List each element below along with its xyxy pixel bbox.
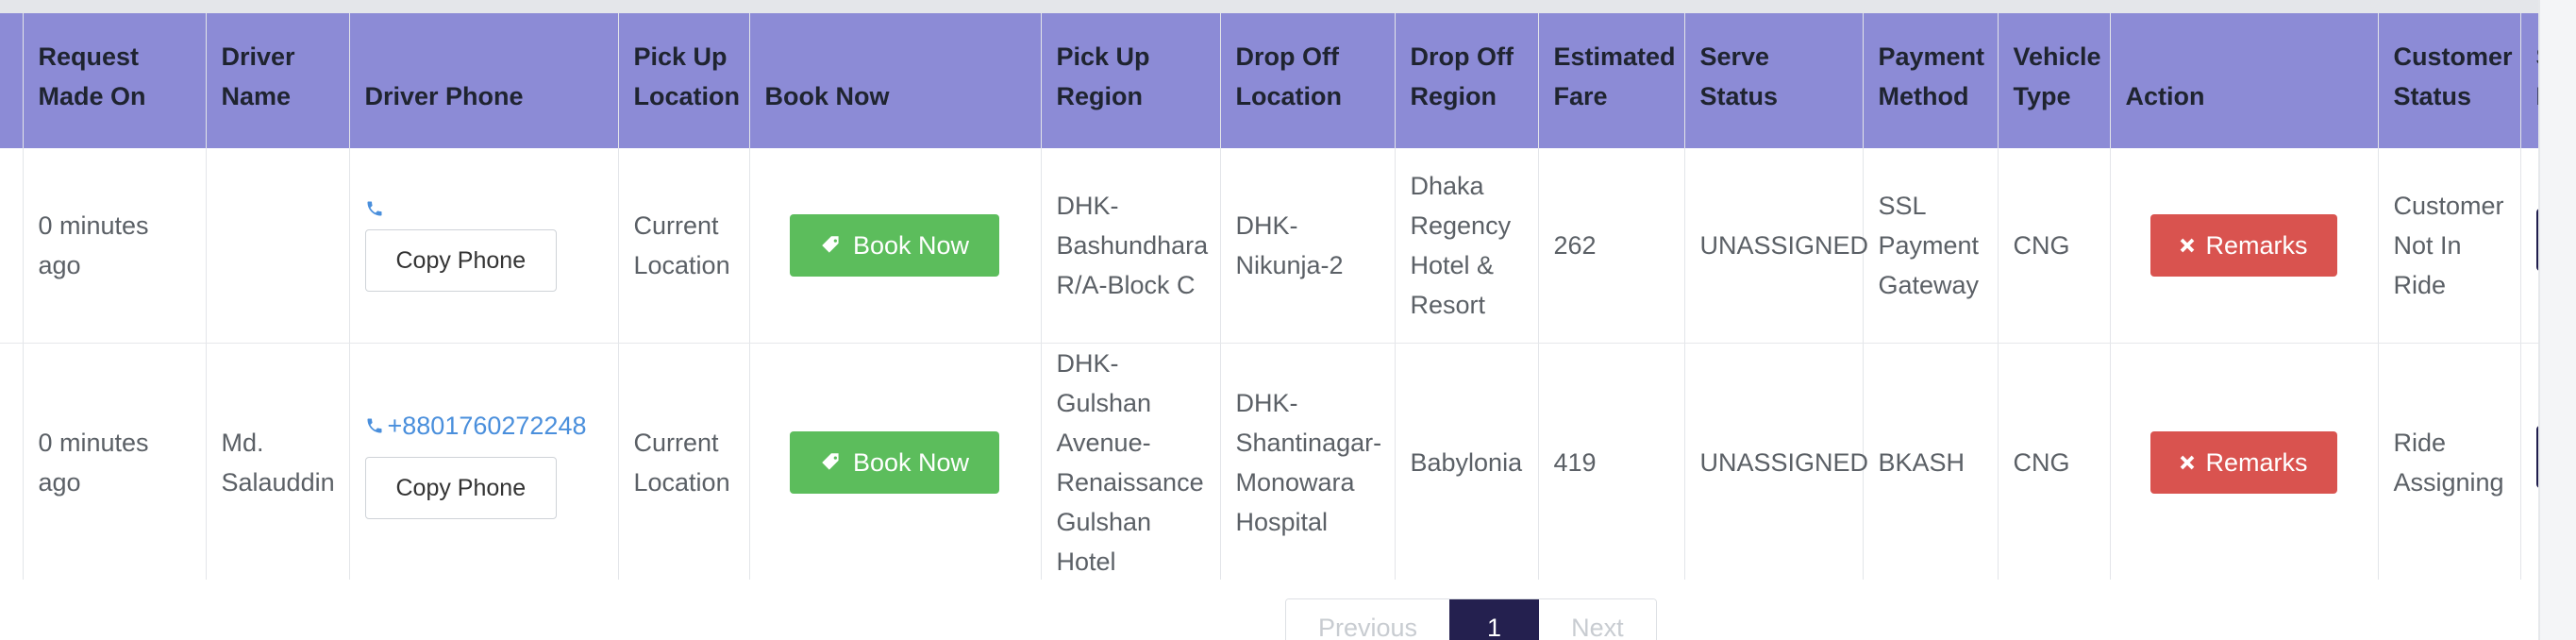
pick-up-location-cell: Current Location (618, 343, 750, 580)
col-header-estimated-fare: Estimated Fare (1538, 13, 1685, 148)
estimated-fare-cell: 419 (1538, 343, 1685, 580)
remarks-button[interactable]: Remarks (2149, 430, 2337, 494)
request-made-on-cell: 0 minutes ago (23, 343, 207, 580)
driver-phone-link[interactable]: +8801760272248 (365, 406, 603, 446)
pagination-previous-button[interactable]: Previous (1286, 599, 1450, 640)
drop-off-location-cell: DHK-Shantinagar-Monowara Hospital (1220, 343, 1396, 580)
book-now-label: Book Now (852, 447, 970, 477)
rides-table-container[interactable]: Request Made On Driver Name Driver Phone… (0, 13, 2538, 580)
customer-status-cell: Customer Not In Ride (2378, 148, 2521, 344)
payment-method-cell: SSL Payment Gateway (1863, 148, 1999, 344)
pagination-current-page[interactable]: 1 (1449, 599, 1540, 640)
col-header-driver-phone: Driver Phone (349, 13, 619, 148)
pick-up-region-cell: DHK-Gulshan Avenue-Renaissance Gulshan H… (1041, 343, 1221, 580)
ticket-icon (822, 452, 839, 470)
book-now-button[interactable]: Book Now (789, 213, 999, 277)
pick-up-location-cell: Current Location (618, 148, 750, 344)
drop-off-location-cell: DHK-Nikunja-2 (1220, 148, 1396, 344)
rides-table: Request Made On Driver Name Driver Phone… (0, 13, 2538, 580)
right-scroll-panel (2538, 0, 2576, 640)
times-icon (2181, 455, 2195, 469)
col-header-drop-off-region: Drop Off Region (1395, 13, 1539, 148)
driver-phone-cell: Copy Phone (349, 148, 619, 344)
driver-phone-link[interactable] (365, 199, 603, 218)
cut-off-cell (2520, 343, 2538, 580)
phone-icon (367, 418, 381, 432)
remarks-label: Remarks (2205, 230, 2308, 260)
driver-phone-cell: +8801760272248 Copy Phone (349, 343, 619, 580)
serve-status-cell: UNASSIGNED (1684, 343, 1868, 580)
action-cell: Remarks (2110, 343, 2379, 580)
serve-status-cell: UNASSIGNED (1684, 148, 1868, 344)
table-row: 0 minutes ago Md. Salauddin +88017602722… (0, 343, 2538, 580)
col-header-index (0, 13, 24, 148)
request-made-on-cell: 0 minutes ago (23, 148, 207, 344)
col-header-pick-up-location: Pick Up Location (618, 13, 750, 148)
cut-off-cell (2520, 148, 2538, 344)
vehicle-type-cell: CNG (1998, 343, 2111, 580)
book-now-cell: Book Now (749, 148, 1042, 344)
driver-name-cell: Md. Salauddin (206, 343, 350, 580)
col-header-payment-method: Payment Method (1863, 13, 1999, 148)
col-header-book-now: Book Now (749, 13, 1042, 148)
phone-icon (367, 201, 381, 216)
table-header-row: Request Made On Driver Name Driver Phone… (0, 13, 2538, 148)
table-row: 0 minutes ago Copy Phone Current Locatio… (0, 148, 2538, 344)
book-now-cell: Book Now (749, 343, 1042, 580)
remarks-button[interactable]: Remarks (2149, 213, 2337, 277)
times-icon (2181, 238, 2195, 253)
pagination: Previous 1 Next (1285, 598, 1657, 640)
remarks-label: Remarks (2205, 447, 2308, 477)
ticket-icon (822, 236, 839, 253)
drop-off-region-cell: Dhaka Regency Hotel & Resort (1395, 148, 1539, 344)
driver-name-cell (206, 148, 350, 344)
book-now-label: Book Now (852, 230, 970, 260)
estimated-fare-cell: 262 (1538, 148, 1685, 344)
copy-phone-button[interactable]: Copy Phone (364, 228, 558, 292)
col-header-pick-up-region: Pick Up Region (1041, 13, 1221, 148)
col-header-drop-off-location: Drop Off Location (1220, 13, 1396, 148)
col-header-action: Action (2110, 13, 2379, 148)
row-index-cell (0, 148, 24, 344)
col-header-cut-off: S N (2520, 13, 2538, 148)
pick-up-region-cell: DHK-Bashundhara R/A-Block C (1041, 148, 1221, 344)
action-cell: Remarks (2110, 148, 2379, 344)
payment-method-cell: BKASH (1863, 343, 1999, 580)
customer-status-cell: Ride Assigning (2378, 343, 2521, 580)
vehicle-type-cell: CNG (1998, 148, 2111, 344)
col-header-request-made-on: Request Made On (23, 13, 207, 148)
book-now-button[interactable]: Book Now (789, 430, 999, 494)
col-header-customer-status: Customer Status (2378, 13, 2521, 148)
driver-phone-number: +8801760272248 (387, 411, 587, 440)
top-border-strip (0, 0, 2576, 13)
row-index-cell (0, 343, 24, 580)
copy-phone-button[interactable]: Copy Phone (364, 456, 558, 519)
col-header-vehicle-type: Vehicle Type (1998, 13, 2111, 148)
drop-off-region-cell: Babylonia (1395, 343, 1539, 580)
pagination-next-button[interactable]: Next (1539, 599, 1656, 640)
col-header-serve-status: Serve Status (1684, 13, 1864, 148)
col-header-driver-name: Driver Name (206, 13, 350, 148)
